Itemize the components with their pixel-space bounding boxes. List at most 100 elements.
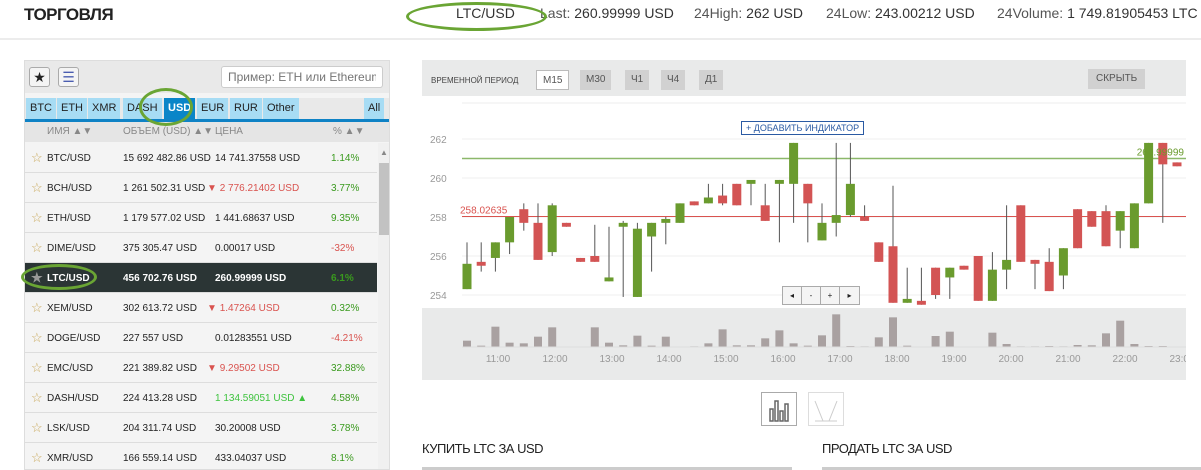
tab-all[interactable]: All <box>364 98 385 119</box>
pair-name: LSK/USD <box>47 423 90 434</box>
market-list: ☆ BTC/USD 15 692 482.86 USD 14 741.37558… <box>25 143 377 469</box>
hide-chart-button[interactable]: СКРЫТЬ <box>1088 69 1146 89</box>
sort-name[interactable]: ИМЯ ▲▼ <box>47 126 92 137</box>
candle-body <box>462 263 472 290</box>
favorite-star-icon[interactable]: ☆ <box>31 420 43 436</box>
market-search-input[interactable] <box>221 66 383 88</box>
tab-dash[interactable]: DASH <box>123 98 162 119</box>
candlestick-chart[interactable]: 254 256 258 260 262 258.02635 260.99999 11:00 12… <box>422 60 1186 380</box>
favorite-star-icon[interactable]: ☆ <box>31 330 43 346</box>
volume-bar <box>775 330 784 347</box>
pair-name: XEM/USD <box>47 303 93 314</box>
market-row[interactable]: ☆ DIME/USD 375 305.47 USD 0.00017 USD -3… <box>25 233 377 263</box>
tab-btc[interactable]: BTC <box>26 98 56 119</box>
volume-bar <box>548 327 557 347</box>
pair-price: 1 134.59051 USD ▲ <box>215 393 307 404</box>
candle-body <box>987 269 997 301</box>
pair-price: 260.99999 USD <box>215 273 286 284</box>
market-row[interactable]: ☆ BTC/USD 15 692 482.86 USD 14 741.37558… <box>25 143 377 173</box>
reference-price-label: 258.02635 <box>460 205 508 216</box>
candle-body <box>618 222 628 227</box>
sort-volume[interactable]: ОБЪЕМ (USD) ▲▼ <box>123 126 213 137</box>
pair-change: 4.58% <box>331 393 360 404</box>
market-row[interactable]: ☆ LSK/USD 204 311.74 USD 30.20008 USD 3.… <box>25 413 377 443</box>
candle-body <box>845 183 855 216</box>
page-title: ТОРГОВЛЯ <box>24 5 114 24</box>
price-value: 1.47264 USD <box>219 303 280 314</box>
price-value: 433.04037 USD <box>215 453 287 464</box>
candle-body <box>931 267 941 295</box>
market-row[interactable]: ☆ XEM/USD 302 613.72 USD ▼ 1.47264 USD 0… <box>25 293 377 323</box>
pair-volume: 224 413.28 USD <box>123 393 197 404</box>
zoom-in-button[interactable]: + <box>821 287 840 304</box>
candle-body <box>718 195 728 204</box>
favorite-star-icon[interactable]: ☆ <box>31 360 43 376</box>
scrollbar-thumb[interactable] <box>379 163 389 235</box>
market-row[interactable]: ★ LTC/USD 456 702.76 USD 260.99999 USD 6… <box>25 263 377 293</box>
zoom-out-button[interactable]: - <box>802 287 821 304</box>
tab-other[interactable]: Other <box>263 98 299 119</box>
volume-bar <box>1102 333 1110 347</box>
pair-price: 14 741.37558 USD <box>215 153 300 164</box>
scroll-right-icon[interactable]: ▸ <box>840 287 859 304</box>
tab-rur[interactable]: RUR <box>230 98 262 119</box>
market-row[interactable]: ☆ XMR/USD 166 559.14 USD 433.04037 USD 8… <box>25 443 377 469</box>
favorite-star-icon[interactable]: ★ <box>31 270 43 286</box>
y-tick-label: 254 <box>430 291 447 302</box>
scrollbar[interactable]: ▲ <box>378 143 389 469</box>
volume-bar <box>789 343 798 347</box>
favorite-star-icon[interactable]: ☆ <box>31 240 43 256</box>
tab-xmr[interactable]: XMR <box>88 98 121 119</box>
period-h4[interactable]: Ч4 <box>661 70 686 90</box>
period-h1[interactable]: Ч1 <box>625 70 650 90</box>
market-row[interactable]: ☆ BCH/USD 1 261 502.31 USD ▼ 2 776.21402… <box>25 173 377 203</box>
price-value: 9.29502 USD <box>219 363 280 374</box>
tab-usd[interactable]: USD <box>164 98 196 119</box>
scroll-up-icon[interactable]: ▲ <box>380 148 388 157</box>
tab-eth[interactable]: ETH <box>57 98 87 119</box>
pair-price: 0.00017 USD <box>215 243 275 254</box>
favorite-star-icon[interactable]: ☆ <box>31 210 43 226</box>
tab-eur[interactable]: EUR <box>197 98 229 119</box>
market-row[interactable]: ☆ DASH/USD 224 413.28 USD 1 134.59051 US… <box>25 383 377 413</box>
period-m30[interactable]: M30 <box>580 70 612 90</box>
add-indicator-button[interactable]: + ДОБАВИТЬ ИНДИКАТОР <box>741 121 865 135</box>
pair-name: DOGE/USD <box>47 333 101 344</box>
candle-body <box>1002 259 1012 270</box>
page-header: ТОРГОВЛЯ LTC/USD Last: 260.99999 USD 24H… <box>0 0 1201 40</box>
pair-change: 32.88% <box>331 363 365 374</box>
price-value: 1 134.59051 USD <box>215 393 295 404</box>
favorite-star-icon[interactable]: ☆ <box>31 300 43 316</box>
scroll-left-icon[interactable]: ◂ <box>783 287 802 304</box>
period-m15[interactable]: M15 <box>536 70 570 90</box>
candle-body <box>1172 162 1182 167</box>
chart-type-candles-button[interactable] <box>761 392 797 426</box>
pair-price: 0.01283551 USD <box>215 333 292 344</box>
favorites-star-icon[interactable]: ★ <box>29 67 50 87</box>
x-tick-label: 20:00 <box>998 354 1023 365</box>
favorite-star-icon[interactable]: ☆ <box>31 150 43 166</box>
pair-change: 1.14% <box>331 153 360 164</box>
chart-type-depth-button[interactable] <box>808 392 844 426</box>
volume-bar <box>704 343 713 347</box>
x-tick-label: 11:00 <box>486 354 511 365</box>
price-value: 30.20008 USD <box>215 423 281 434</box>
market-panel: ★ ☰ BTC ETH XMR DASH USD EUR RUR Other A… <box>24 60 390 470</box>
pair-volume: 15 692 482.86 USD <box>123 153 211 164</box>
pair-volume: 204 311.74 USD <box>123 423 197 434</box>
list-icon[interactable]: ☰ <box>58 67 79 87</box>
market-row[interactable]: ☆ DOGE/USD 227 557 USD 0.01283551 USD -4… <box>25 323 377 353</box>
sort-change[interactable]: % ▲▼ <box>333 126 364 137</box>
candle-body <box>774 179 784 184</box>
x-tick-label: 23:00 <box>1169 354 1186 365</box>
pair-change: -4.21% <box>331 333 363 344</box>
market-row[interactable]: ☆ ETH/USD 1 179 577.02 USD 1 441.68637 U… <box>25 203 377 233</box>
market-row[interactable]: ☆ EMC/USD 221 389.82 USD ▼ 9.29502 USD 3… <box>25 353 377 383</box>
favorite-star-icon[interactable]: ☆ <box>31 450 43 466</box>
favorite-star-icon[interactable]: ☆ <box>31 390 43 406</box>
favorite-star-icon[interactable]: ☆ <box>31 180 43 196</box>
price-value: 260.99999 USD <box>215 273 287 284</box>
volume-bar <box>874 337 883 347</box>
candle-body <box>1101 211 1111 247</box>
period-d1[interactable]: Д1 <box>699 70 724 90</box>
